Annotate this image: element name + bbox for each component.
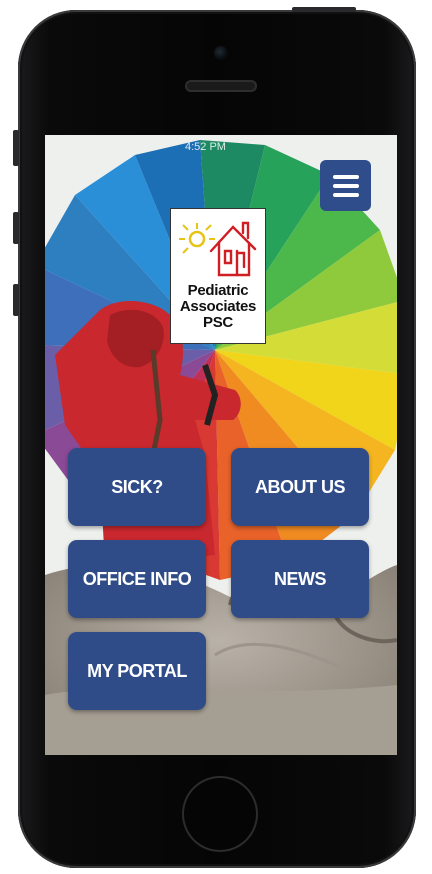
earpiece-speaker <box>185 80 257 92</box>
volume-up-button <box>13 212 19 244</box>
volume-down-button <box>13 284 19 316</box>
about-us-button[interactable]: ABOUT US <box>231 448 369 526</box>
news-button[interactable]: NEWS <box>231 540 369 618</box>
status-bar-time: 4:52 PM <box>185 141 226 153</box>
hamburger-menu-icon <box>332 174 359 179</box>
logo-line-3: PSC <box>203 314 233 331</box>
logo-wordmark: Pediatric Associates PSC <box>171 283 265 331</box>
my-portal-button[interactable]: MY PORTAL <box>68 632 206 710</box>
logo-line-2: Associates <box>179 298 257 315</box>
power-button <box>292 7 356 12</box>
hamburger-menu-button[interactable] <box>320 160 371 211</box>
app-screen: 4:52 PM Pediatric Associates PSC SICK? A… <box>45 135 397 755</box>
home-button[interactable] <box>184 778 256 850</box>
office-info-button[interactable]: OFFICE INFO <box>68 540 206 618</box>
front-camera <box>214 46 228 60</box>
pediatric-associates-logo[interactable]: Pediatric Associates PSC <box>170 208 266 344</box>
house-sun-logo-icon <box>179 221 257 277</box>
mute-switch <box>13 130 19 166</box>
sick-button[interactable]: SICK? <box>68 448 206 526</box>
logo-line-1: Pediatric <box>187 282 249 299</box>
